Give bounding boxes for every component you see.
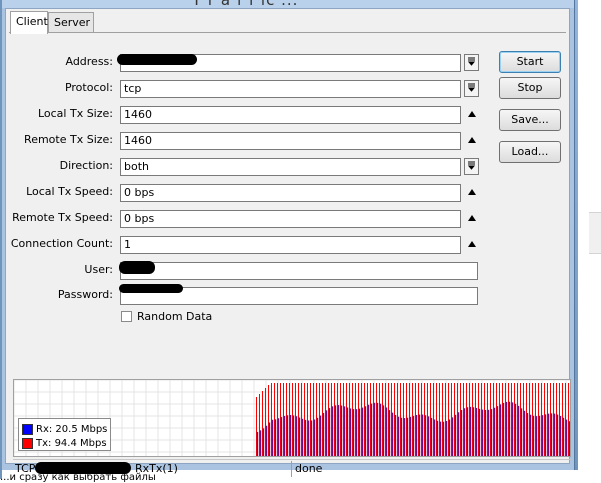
traffic-graph: Rx: 20.5 Mbps Tx: 94.4 Mbps	[13, 379, 571, 457]
direction-label: Direction:	[59, 159, 113, 172]
connection-count-collapse-button[interactable]	[465, 236, 479, 252]
rx-rate-label: Rx: 20.5 Mbps	[36, 423, 108, 435]
address-redaction	[117, 54, 197, 65]
triangle-up-icon	[468, 215, 476, 221]
chevron-down-icon	[467, 161, 476, 170]
bandwidth-test-window: T r a f f ic ... Client Server Address: …	[2, 0, 575, 477]
window-frame-edge	[575, 0, 578, 470]
background-window	[575, 0, 601, 479]
legend-rx: Rx: 20.5 Mbps	[22, 423, 107, 435]
client-panel: Address: Protocol: tcp Local Tx Size: 14…	[9, 32, 571, 477]
connection-count-field[interactable]: 1	[120, 236, 461, 254]
remote-tx-size-field[interactable]: 1460	[120, 132, 461, 150]
local-tx-size-label: Local Tx Size:	[37, 107, 113, 120]
protocol-label: Protocol:	[64, 81, 113, 94]
password-label: Password:	[57, 288, 113, 301]
triangle-up-icon	[468, 111, 476, 117]
start-button[interactable]: Start	[499, 51, 561, 73]
save-button[interactable]: Save...	[499, 109, 561, 131]
tab-server[interactable]: Server	[48, 12, 94, 32]
chevron-down-icon	[467, 83, 476, 92]
background-panel	[589, 212, 601, 254]
protocol-dropdown-button[interactable]	[464, 80, 479, 97]
remote-tx-speed-field[interactable]: 0 bps	[120, 210, 461, 228]
status-divider	[291, 461, 292, 477]
remote-tx-size-collapse-button[interactable]	[465, 132, 479, 148]
triangle-up-icon	[468, 137, 476, 143]
tx-rate-label: Tx: 94.4 Mbps	[36, 437, 107, 449]
triangle-up-icon	[468, 241, 476, 247]
protocol-field[interactable]: tcp	[120, 80, 461, 98]
window-content: Client Server Address: Protocol: tcp Loc…	[5, 8, 571, 477]
status-state: done	[295, 462, 323, 475]
password-redaction	[119, 284, 183, 293]
user-field[interactable]	[120, 262, 478, 280]
background-page-text: ...и сразу как выбрать файлы	[0, 472, 156, 483]
chevron-down-icon	[467, 57, 476, 66]
random-data-label[interactable]: Random Data	[137, 310, 212, 323]
local-tx-size-field[interactable]: 1460	[120, 106, 461, 124]
remote-tx-size-label: Remote Tx Size:	[24, 133, 113, 146]
load-button[interactable]: Load...	[499, 141, 561, 163]
remote-tx-speed-collapse-button[interactable]	[465, 210, 479, 226]
tab-client[interactable]: Client	[10, 11, 48, 34]
stop-button[interactable]: Stop	[499, 77, 561, 99]
remote-tx-speed-label: Remote Tx Speed:	[12, 211, 113, 224]
local-tx-speed-collapse-button[interactable]	[465, 184, 479, 200]
rx-color-swatch	[22, 423, 33, 435]
title-bar[interactable]: T r a f f ic ...	[2, 0, 574, 9]
address-label: Address:	[65, 55, 113, 68]
direction-dropdown-button[interactable]	[464, 158, 479, 175]
connection-count-label: Connection Count:	[10, 237, 113, 250]
user-label: User:	[84, 263, 113, 276]
direction-field[interactable]: both	[120, 158, 461, 176]
address-dropdown-button[interactable]	[464, 54, 479, 71]
triangle-up-icon	[468, 189, 476, 195]
legend-tx: Tx: 94.4 Mbps	[22, 437, 107, 449]
local-tx-speed-field[interactable]: 0 bps	[120, 184, 461, 202]
local-tx-speed-label: Local Tx Speed:	[26, 185, 113, 198]
tx-color-swatch	[22, 437, 33, 449]
user-redaction	[119, 261, 155, 274]
graph-legend: Rx: 20.5 Mbps Tx: 94.4 Mbps	[18, 418, 111, 451]
random-data-checkbox[interactable]	[121, 311, 132, 322]
local-tx-size-collapse-button[interactable]	[465, 106, 479, 122]
